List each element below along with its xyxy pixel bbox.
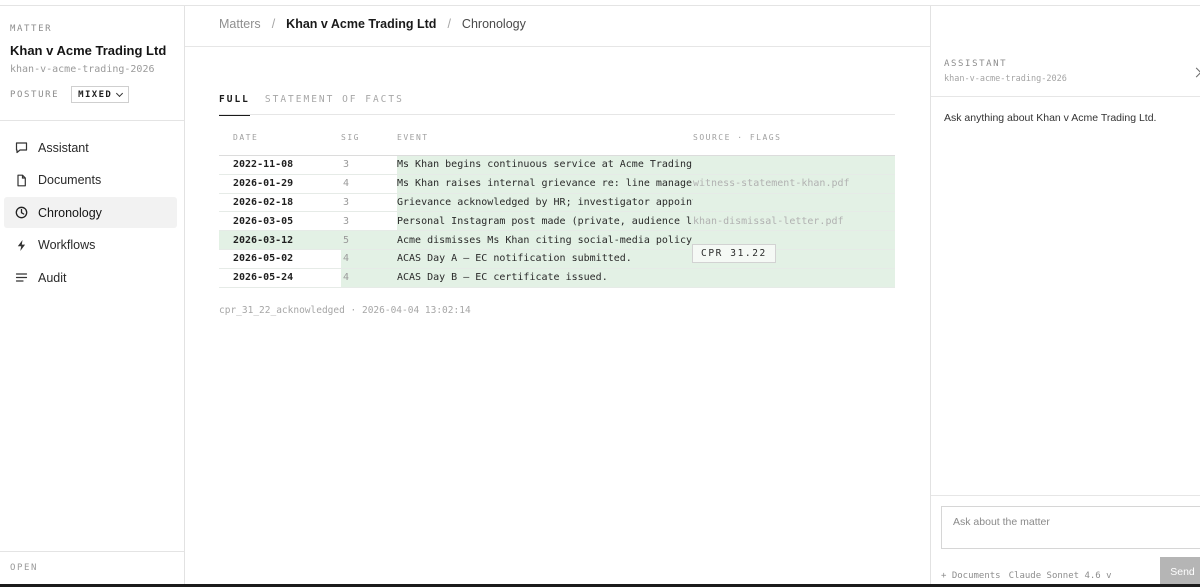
- sidebar: MATTER Khan v Acme Trading Ltd khan-v-ac…: [0, 6, 185, 587]
- sidebar-divider: [0, 120, 184, 121]
- sidebar-item-assistant[interactable]: Assistant: [4, 132, 177, 163]
- assistant-divider: [931, 96, 1200, 97]
- table-row[interactable]: 2026-02-18 3 Grievance acknowledged by H…: [219, 193, 895, 213]
- chronology-table: DATE SIG EVENT SOURCE · FLAGS 2022-11-08…: [219, 133, 895, 288]
- row-source[interactable]: [693, 268, 895, 287]
- row-sig: 5: [341, 231, 397, 249]
- sidebar-item-documents[interactable]: Documents: [4, 165, 177, 196]
- row-date: 2026-01-29: [233, 178, 294, 190]
- chevron-right-icon[interactable]: [1191, 67, 1200, 78]
- assistant-bottom-divider: [931, 495, 1200, 496]
- breadcrumb-separator: /: [447, 17, 451, 31]
- row-event: Ms Khan raises internal grievance re: li…: [397, 174, 693, 193]
- chevron-down-icon: [116, 89, 124, 97]
- add-documents-button[interactable]: + Documents: [941, 571, 1001, 581]
- row-date: 2026-05-24: [233, 272, 294, 284]
- row-date: 2026-05-02: [233, 253, 294, 265]
- sidebar-item-label: Workflows: [38, 238, 96, 253]
- table-row[interactable]: 2026-03-12 5 Acme dismisses Ms Khan citi…: [219, 231, 895, 250]
- table-header: DATE SIG EVENT SOURCE · FLAGS: [219, 133, 895, 156]
- row-sig: 3: [343, 159, 350, 171]
- row-source[interactable]: khan-dismissal-letter.pdf: [693, 212, 895, 231]
- assistant-label: ASSISTANT: [944, 59, 1008, 69]
- posture-row: POSTURE MIXED: [10, 86, 130, 103]
- sidebar-bottom-divider: [0, 551, 184, 552]
- matter-title: Khan v Acme Trading Ltd: [10, 43, 167, 58]
- column-header-event[interactable]: EVENT: [397, 133, 693, 142]
- breadcrumb-current-page: Chronology: [461, 17, 526, 31]
- row-event: ACAS Day A — EC notification submitted.: [397, 249, 693, 268]
- chronology-tabs: FULL STATEMENT OF FACTS: [219, 94, 419, 116]
- column-header-date[interactable]: DATE: [219, 133, 341, 142]
- breadcrumb-matters-link[interactable]: Matters: [219, 17, 261, 31]
- row-sig: 3: [343, 196, 350, 208]
- sidebar-nav: Assistant Documents Chronology Workflows…: [4, 132, 177, 295]
- assistant-matter-slug: khan-v-acme-trading-2026: [944, 74, 1067, 84]
- matter-section-label: MATTER: [10, 24, 53, 34]
- breadcrumb: Matters / Khan v Acme Trading Ltd / Chro…: [219, 17, 526, 31]
- acknowledgement-line: cpr_31_22_acknowledged · 2026-04-04 13:0…: [219, 305, 471, 316]
- header-divider: [185, 46, 930, 47]
- row-event: Acme dismisses Ms Khan citing social-med…: [397, 231, 693, 249]
- sidebar-item-workflows[interactable]: Workflows: [4, 230, 177, 261]
- tab-statement-of-facts[interactable]: STATEMENT OF FACTS: [265, 94, 404, 116]
- list-icon: [14, 271, 28, 285]
- row-source[interactable]: [693, 193, 895, 212]
- column-header-source-flags[interactable]: SOURCE · FLAGS: [693, 133, 895, 142]
- breadcrumb-matter-link[interactable]: Khan v Acme Trading Ltd: [286, 17, 436, 31]
- table-row[interactable]: 2026-01-29 4 Ms Khan raises internal gri…: [219, 174, 895, 194]
- row-source[interactable]: [693, 156, 895, 174]
- table-row[interactable]: 2022-11-08 3 Ms Khan begins continuous s…: [219, 156, 895, 175]
- table-row[interactable]: 2026-05-02 4 ACAS Day A — EC notificatio…: [219, 249, 895, 269]
- document-icon: [14, 173, 28, 187]
- sidebar-item-label: Documents: [38, 173, 102, 188]
- row-date: 2026-03-05: [233, 215, 294, 227]
- assistant-footer: + Documents Claude Sonnet 4.6 v: [941, 571, 1112, 581]
- table-row[interactable]: 2026-03-05 3 Personal Instagram post mad…: [219, 212, 895, 232]
- table-row[interactable]: 2026-05-24 4 ACAS Day B — EC certificate…: [219, 268, 895, 288]
- model-selector[interactable]: Claude Sonnet 4.6 v: [1009, 571, 1112, 581]
- tabs-divider: [219, 114, 895, 115]
- column-header-sig[interactable]: SIG: [341, 133, 397, 142]
- matter-slug: khan-v-acme-trading-2026: [10, 64, 155, 75]
- assistant-panel: ASSISTANT khan-v-acme-trading-2026 Ask a…: [930, 47, 1200, 587]
- row-date: 2022-11-08: [233, 159, 294, 171]
- row-sig: 4: [343, 178, 350, 190]
- row-source[interactable]: witness-statement-khan.pdf: [693, 174, 895, 193]
- breadcrumb-separator: /: [271, 17, 276, 31]
- lightning-icon: [14, 238, 28, 252]
- sidebar-item-chronology[interactable]: Chronology: [4, 197, 177, 229]
- sidebar-item-label: Audit: [38, 270, 67, 285]
- assistant-top-divider: [930, 6, 931, 47]
- cpr-flag-badge[interactable]: CPR 31.22: [692, 244, 776, 263]
- row-event: Ms Khan begins continuous service at Acm…: [397, 156, 693, 174]
- send-button[interactable]: Send: [1160, 557, 1200, 587]
- tab-full[interactable]: FULL: [219, 94, 250, 116]
- row-sig: 3: [343, 215, 350, 227]
- row-event: Grievance acknowledged by HR; investigat…: [397, 193, 693, 212]
- row-sig: 4: [341, 249, 397, 268]
- row-event: ACAS Day B — EC certificate issued.: [397, 268, 693, 287]
- sidebar-item-label: Assistant: [38, 140, 89, 155]
- posture-label: POSTURE: [10, 89, 60, 100]
- posture-value: MIXED: [78, 89, 113, 100]
- row-date: 2026-02-18: [233, 196, 294, 208]
- assistant-intro-text: Ask anything about Khan v Acme Trading L…: [944, 112, 1157, 124]
- open-section-label: OPEN: [10, 563, 39, 573]
- row-event: Personal Instagram post made (private, a…: [397, 212, 693, 231]
- clock-icon: [14, 206, 28, 220]
- posture-dropdown[interactable]: MIXED: [71, 86, 130, 103]
- sidebar-item-audit[interactable]: Audit: [4, 262, 177, 293]
- sidebar-item-label: Chronology: [38, 205, 102, 220]
- chat-bubble-icon: [14, 141, 28, 155]
- row-date: 2026-03-12: [219, 231, 341, 249]
- assistant-input[interactable]: [941, 506, 1200, 549]
- row-sig: 4: [341, 268, 397, 287]
